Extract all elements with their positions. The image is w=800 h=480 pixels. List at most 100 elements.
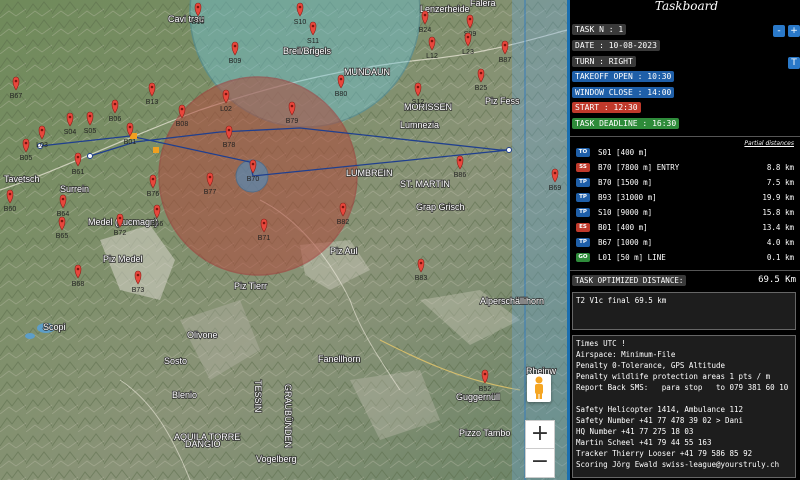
place-label: Scopi (43, 322, 66, 332)
turnpoint-row[interactable]: TO S01 [400 m] (576, 146, 794, 159)
info-line: HQ Number +41 77 275 18 03 (576, 427, 694, 436)
map-pin-dot (180, 107, 184, 111)
turnpoint-type-badge: SS (576, 163, 590, 172)
optimized-distance-value: 69.5 Km (758, 275, 796, 285)
map-pin-dot (466, 35, 470, 39)
map-pin-dot (61, 197, 65, 201)
takeoff-open: TAKEOFF OPEN : 10:30 (572, 71, 675, 82)
waypoint-label: S05 (84, 128, 97, 135)
map-pin-dot (24, 141, 28, 145)
place-label: Vogelberg (256, 454, 297, 464)
turnpoint-type-badge: ES (576, 223, 590, 232)
waypoint-label: B60 (4, 206, 17, 213)
map-pin-dot (251, 162, 255, 166)
turnpoint-row[interactable]: GO L01 [50 m] LINE 0.1 km (576, 251, 794, 264)
place-label: LUMBREIN (346, 168, 393, 178)
map-pin-dot (233, 44, 237, 48)
map-pin-dot (151, 177, 155, 181)
waypoint-label: B65 (56, 233, 69, 240)
increase-button[interactable]: + (788, 25, 800, 37)
map-pin-dot (118, 216, 122, 220)
turnpoint-distance: 4.0 km (766, 238, 794, 247)
info-line (576, 393, 792, 404)
place-label: Sosto (164, 356, 187, 366)
turnpoint-type-badge: GO (576, 253, 590, 262)
street-view-pegman[interactable] (527, 374, 551, 402)
turnpoint-row[interactable]: SS B70 [7800 m] ENTRY 8.8 km (576, 161, 794, 174)
info-line: Times UTC ! (576, 339, 626, 348)
place-label: Blenio (172, 390, 197, 400)
map-pin-dot (68, 115, 72, 119)
map-canvas[interactable]: Cavi trauBreil/BrigelsLenzerheideFaleraM… (0, 0, 567, 480)
turnpoint-row[interactable]: TP B93 [31000 m] 19.9 km (576, 191, 794, 204)
map-pin-dot (290, 104, 294, 108)
turnpoint-row[interactable]: TP B70 [1500 m] 7.5 km (576, 176, 794, 189)
task-turn: TURN : RIGHT (572, 56, 636, 67)
map-pin-dot (553, 171, 557, 175)
waypoint-label: B80 (335, 91, 348, 98)
place-label: MUNDAUN (344, 67, 390, 77)
task-note: T2 V1c final 69.5 km (576, 296, 667, 305)
map-pin-dot (196, 5, 200, 9)
waypoint-label: B05 (20, 155, 33, 162)
waypoint-label: B69 (549, 185, 562, 192)
turnpoint-description: S10 [9000 m] (598, 208, 653, 217)
waypoint-label: B09 (229, 58, 242, 65)
place-label: Piz Fess (485, 96, 520, 106)
turnpoint-distance: 15.8 km (762, 208, 794, 217)
divider (570, 136, 800, 137)
taskboard-panel: Taskboard TASK N : 1 - + DATE : 10-08-20… (567, 0, 800, 480)
turnpoint-row[interactable]: TP B67 [1000 m] 4.0 km (576, 236, 794, 249)
waypoint-label: L03 (36, 142, 48, 149)
divider (570, 270, 800, 271)
waypoint-label: S12 (412, 99, 425, 106)
zoom-in-button[interactable]: + (525, 420, 555, 450)
info-line: Safety Helicopter 1414, Ambulance 112 (576, 405, 744, 414)
waypoint-label: B78 (223, 142, 236, 149)
map-pin-dot (113, 102, 117, 106)
place-label: Guggernüll (456, 392, 500, 402)
waypoint-label: B25 (475, 85, 488, 92)
info-line: Airspace: Minimum-File (576, 350, 676, 359)
waypoint-label: B10 (192, 19, 205, 26)
place-label: Piz Tierr (234, 281, 267, 291)
turnpoint-distance: 8.8 km (766, 163, 794, 172)
map-pin-dot (224, 92, 228, 96)
place-label: DANGIO (185, 439, 221, 449)
map-pin-dot (8, 192, 12, 196)
turnpoint-description: S01 [400 m] (598, 148, 648, 157)
map-pin-dot (479, 71, 483, 75)
place-label: Fanellhorn (318, 354, 361, 364)
map-pin-dot (136, 273, 140, 277)
zoom-out-button[interactable]: − (525, 448, 555, 478)
waypoint-label: B24 (419, 27, 432, 34)
place-label: GRAUBÜNDEN (283, 384, 293, 448)
waypoint-label: S10 (294, 19, 307, 26)
map-pin-dot (430, 39, 434, 43)
waypoint-label: B13 (146, 99, 159, 106)
turnpoint-row[interactable]: TP S10 [9000 m] 15.8 km (576, 206, 794, 219)
map-pin-dot (339, 77, 343, 81)
info-line: Penalty 0-Tolerance, GPS Altitude (576, 361, 726, 370)
waypoint-label: B87 (499, 57, 512, 64)
decrease-button[interactable]: - (773, 25, 785, 37)
waypoint-label: B08 (176, 121, 189, 128)
waypoint-label: B52 (479, 386, 492, 393)
turnpoint-type-badge: TP (576, 193, 590, 202)
map-pin-dot (76, 267, 80, 271)
info-line: Martin Scheel +41 79 44 55 163 (576, 438, 712, 447)
place-label: ST. MARTIN (400, 179, 450, 189)
waypoint-label: B71 (258, 235, 271, 242)
waypoint-label: B76 (147, 191, 160, 198)
task-note-box: T2 V1c final 69.5 km (572, 292, 796, 330)
map-pin-dot (458, 158, 462, 162)
task-info-box: Times UTC ! Airspace: Minimum-File Penalty… (572, 335, 796, 478)
info-line: Safety Number +41 77 478 39 02 > Dani (576, 416, 744, 425)
turnpoint-distance: 0.1 km (766, 253, 794, 262)
turnpoint-description: B93 [31000 m] (598, 193, 657, 202)
info-line: Tracker Thierry Looser +41 79 586 85 92 (576, 449, 753, 458)
waypoint-label: B86 (454, 172, 467, 179)
toggle-t-button[interactable]: T (788, 57, 800, 69)
turnpoint-row[interactable]: ES B01 [400 m] 13.4 km (576, 221, 794, 234)
task-map[interactable]: Cavi trau Breil/Brigels Lenzerheide Falera M… (0, 0, 567, 480)
